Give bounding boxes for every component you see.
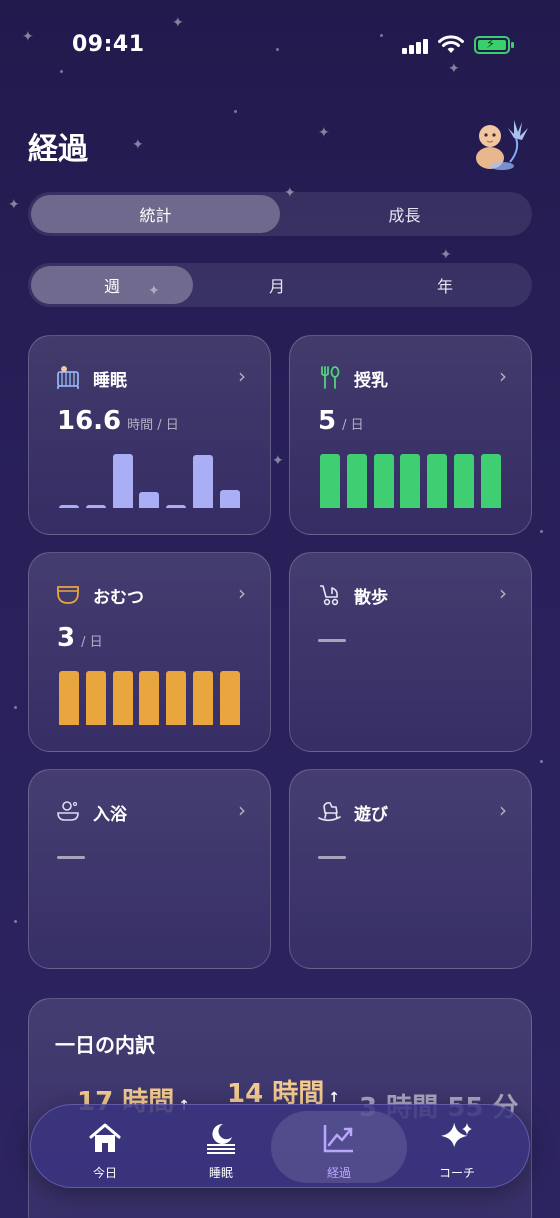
bath-card[interactable]: 入浴 ›	[28, 769, 271, 969]
chevron-right-icon: ›	[499, 581, 507, 605]
chart-bar	[400, 454, 421, 508]
baby-avatar[interactable]	[470, 114, 530, 174]
battery-charging-icon: ⚡	[474, 36, 514, 54]
card-title: おむつ	[93, 588, 144, 608]
chart-bar	[320, 454, 340, 508]
segment-year[interactable]: 年	[361, 266, 529, 304]
star-icon: ✦	[318, 125, 330, 141]
tab-label: 睡眠	[208, 1166, 233, 1180]
segment-stats[interactable]: 統計	[31, 195, 280, 233]
star-dot	[14, 706, 17, 709]
star-dot	[234, 110, 237, 113]
empty-value-dash	[318, 856, 346, 859]
value-number: 5	[318, 406, 337, 436]
value-unit: / 日	[342, 418, 364, 433]
chart-bar	[346, 454, 367, 508]
rocking-horse-icon	[318, 802, 341, 822]
chart-bar	[112, 671, 133, 725]
sleep-bars	[59, 452, 240, 508]
diaper-value: 3 / 日	[57, 623, 103, 653]
segment-growth[interactable]: 成長	[280, 195, 529, 233]
chevron-right-icon: ›	[499, 798, 507, 822]
chart-bar	[454, 454, 475, 508]
chart-bar	[427, 454, 448, 508]
sleep-value: 16.6 時間 / 日	[57, 406, 179, 436]
status-time: 09:41	[72, 32, 145, 57]
star-icon: ✦	[440, 247, 452, 263]
diaper-card[interactable]: おむつ › 3 / 日	[28, 552, 271, 752]
chevron-right-icon: ›	[238, 581, 246, 605]
chart-bar	[219, 490, 240, 508]
segment-month[interactable]: 月	[193, 266, 361, 304]
tab-progress[interactable]: 経過	[271, 1111, 407, 1183]
tab-label: 経過	[326, 1166, 351, 1180]
bath-icon	[57, 801, 79, 821]
segment-week[interactable]: 週	[31, 266, 193, 304]
value-number: 16.6	[57, 406, 122, 436]
value-unit: / 日	[81, 635, 103, 650]
value-unit: 時間 / 日	[127, 418, 179, 433]
card-title: 睡眠	[93, 371, 127, 391]
walk-card[interactable]: 散歩 ›	[289, 552, 532, 752]
diaper-icon	[57, 586, 79, 604]
chart-bar	[112, 454, 133, 508]
chart-bar	[166, 671, 187, 725]
star-icon: ✦	[8, 197, 20, 213]
tab-bar: 今日 睡眠 経過 コーチ	[30, 1104, 530, 1188]
chevron-right-icon: ›	[238, 798, 246, 822]
star-dot	[14, 920, 17, 923]
home-icon	[89, 1123, 121, 1152]
stroller-icon	[320, 585, 339, 606]
star-icon: ✦	[132, 137, 144, 153]
fork-spoon-icon	[321, 366, 340, 389]
tab-sleep[interactable]: 睡眠	[153, 1111, 289, 1183]
diaper-bars	[59, 669, 240, 725]
empty-value-dash	[318, 639, 346, 642]
star-dot	[60, 70, 63, 73]
chart-bar	[480, 454, 501, 508]
star-dot	[540, 530, 543, 533]
breakdown-title: 一日の内訳	[55, 1033, 155, 1057]
card-title: 入浴	[93, 805, 127, 825]
chevron-right-icon: ›	[238, 364, 246, 388]
chart-bar	[166, 505, 187, 508]
chevron-right-icon: ›	[499, 364, 507, 388]
wifi-icon	[438, 35, 464, 53]
star-icon: ✦	[272, 453, 284, 469]
tab-coach[interactable]: コーチ	[389, 1111, 525, 1183]
chart-icon	[323, 1125, 353, 1153]
chart-bar	[219, 671, 240, 725]
sparkles-icon	[440, 1122, 472, 1148]
feeding-card[interactable]: 授乳 › 5 / 日	[289, 335, 532, 535]
star-dot	[540, 760, 543, 763]
play-card[interactable]: 遊び ›	[289, 769, 532, 969]
chart-bar	[85, 505, 106, 508]
card-title: 遊び	[354, 805, 388, 825]
chart-bar	[193, 671, 214, 725]
chart-bar	[59, 505, 79, 508]
period-segment: 週 月 年	[28, 263, 532, 307]
feeding-value: 5 / 日	[318, 406, 364, 436]
status-bar: 09:41 ⚡	[0, 30, 560, 62]
value-number: 3	[57, 623, 76, 653]
card-title: 散歩	[354, 588, 388, 608]
star-icon: ✦	[172, 15, 184, 31]
chart-bar	[85, 671, 106, 725]
page-title: 経過	[28, 132, 88, 167]
chart-bar	[139, 492, 160, 508]
chart-bar	[193, 455, 214, 508]
crib-icon	[57, 366, 79, 389]
cellular-signal-icon	[402, 38, 430, 54]
tab-label: コーチ	[438, 1166, 475, 1180]
card-title: 授乳	[354, 371, 388, 391]
feeding-bars	[320, 452, 501, 508]
chart-bar	[59, 671, 79, 725]
stats-growth-segment: 統計 成長	[28, 192, 532, 236]
moon-icon	[207, 1123, 235, 1154]
sleep-card[interactable]: 睡眠 › 16.6 時間 / 日	[28, 335, 271, 535]
empty-value-dash	[57, 856, 85, 859]
chart-bar	[373, 454, 394, 508]
star-icon: ✦	[448, 61, 460, 77]
chart-bar	[139, 671, 160, 725]
